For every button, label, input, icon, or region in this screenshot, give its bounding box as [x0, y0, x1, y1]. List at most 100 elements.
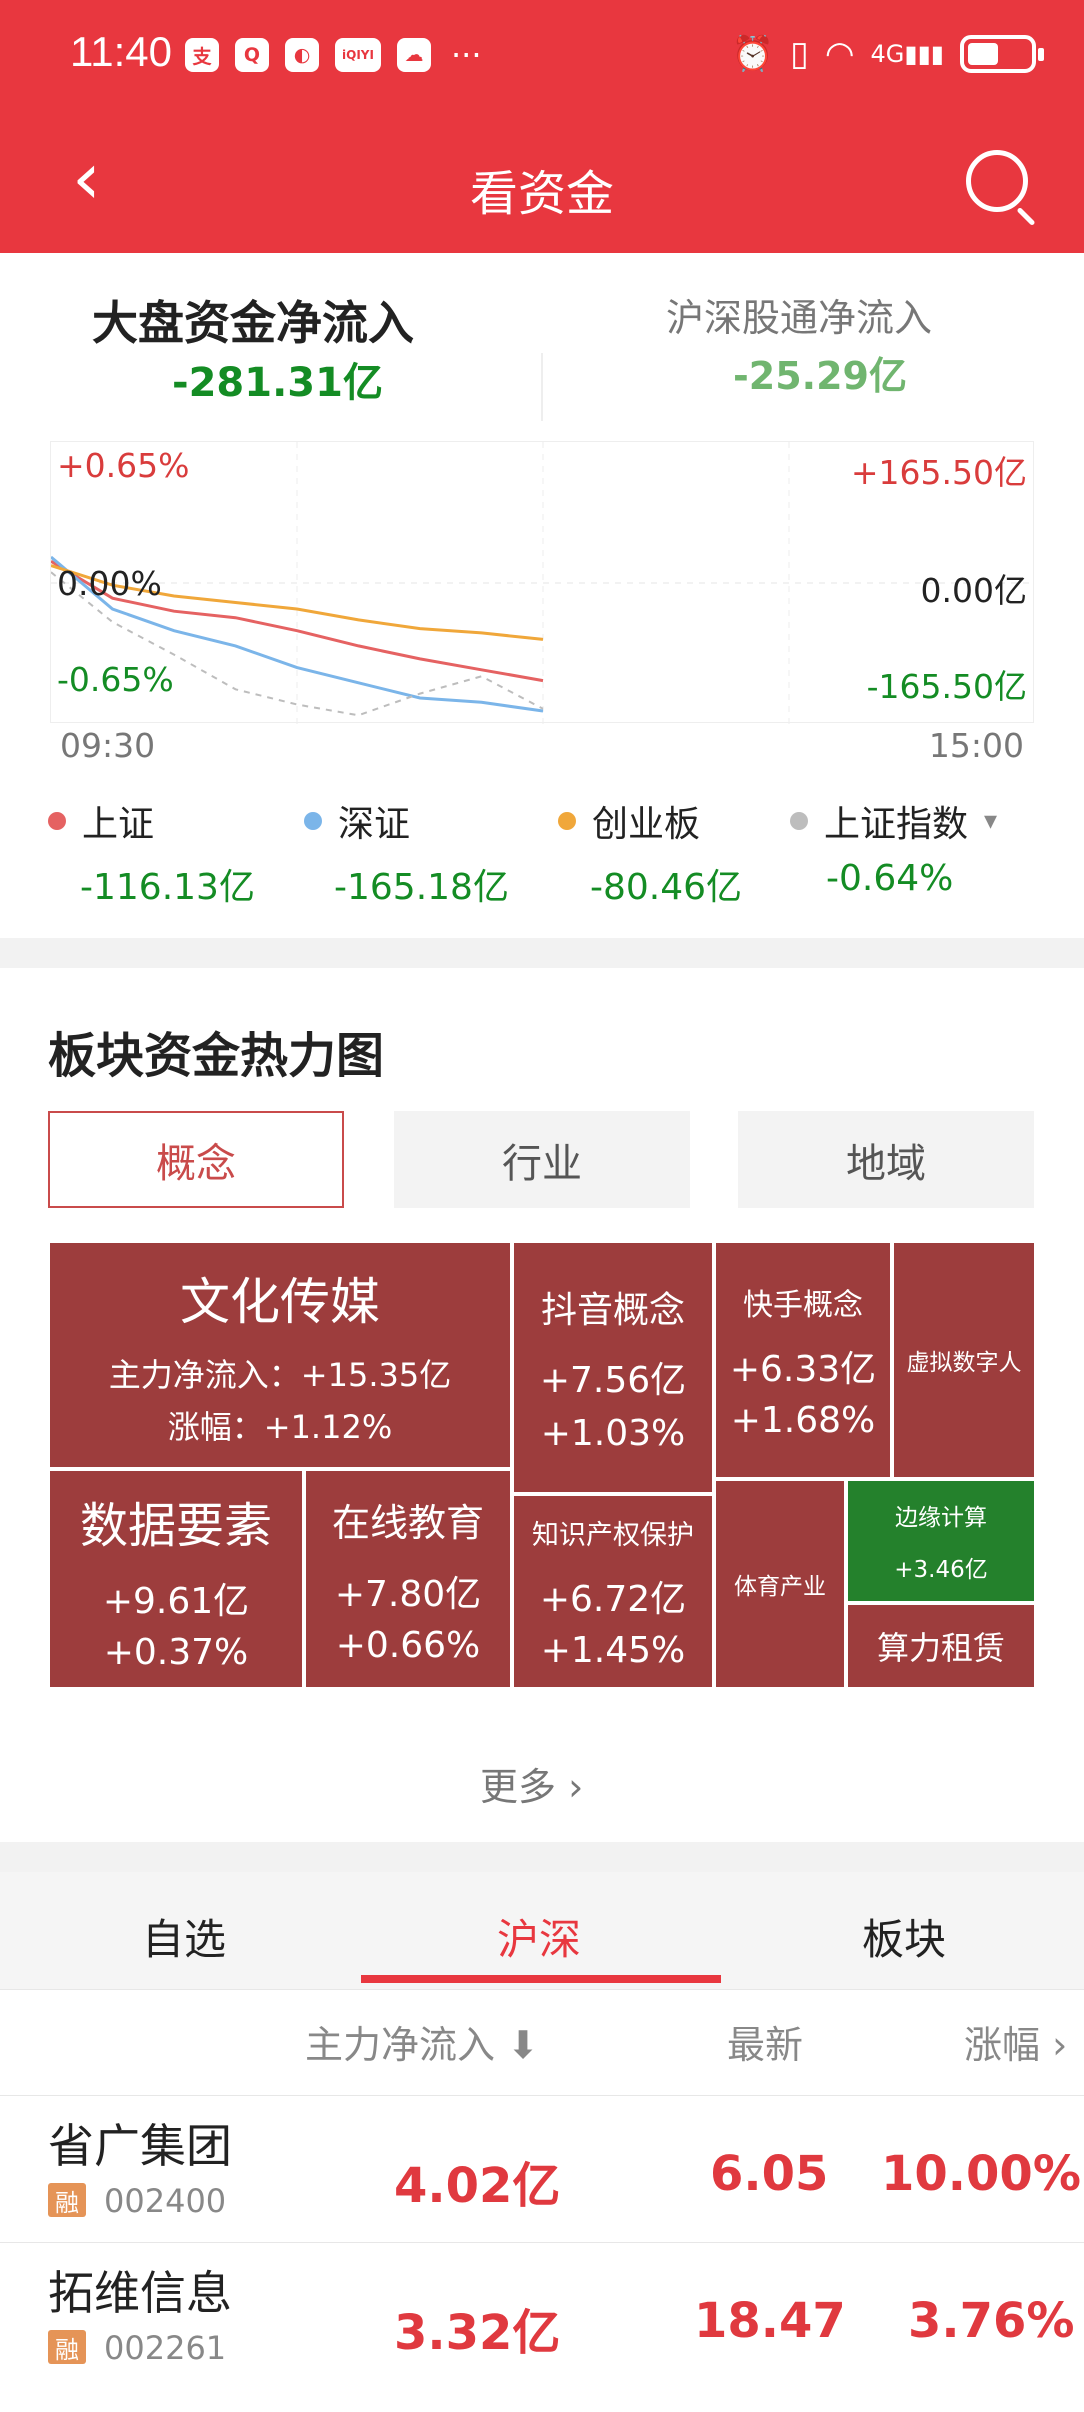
market-flow-card: 大盘资金净流入 -281.31亿 沪深股通净流入 -25.29亿 +0.65% … — [0, 253, 1084, 938]
tile-name: 虚拟数字人 — [906, 1350, 1022, 1376]
shanghai-index-change: -0.64% — [826, 858, 954, 899]
main-net-inflow-column-header[interactable]: 主力净流入 ⬇ — [305, 2014, 539, 2069]
tile-name: 边缘计算 — [895, 1505, 987, 1531]
cellular-signal-icon: 4G▮▮▮ — [870, 40, 945, 68]
stock-row[interactable]: 拓维信息 融 002261 3.32亿 18.47 3.76% — [0, 2242, 1084, 2389]
heatmap-tile-ip-protection[interactable]: 知识产权保护 +6.72亿 +1.45% — [512, 1494, 714, 1689]
x-axis-start-label: 09:30 — [60, 726, 156, 765]
page-title: 看资金 — [469, 166, 614, 222]
tab-industry[interactable]: 行业 — [394, 1111, 690, 1208]
index-legend-dot-icon — [790, 812, 808, 830]
tile-change: +1.68% — [730, 1399, 876, 1441]
left-axis-zero-label: 0.00% — [57, 564, 162, 603]
status-bar: 11:40 支 Q ◐ iQIYI ☁ ··· ⏰ ▯ ◠ 4G▮▮▮ — [0, 0, 1084, 112]
stock-name: 拓维信息 — [48, 2266, 232, 2320]
stock-name: 省广集团 — [48, 2119, 232, 2173]
tile-name: 体育产业 — [734, 1574, 826, 1600]
search-icon[interactable] — [966, 150, 1028, 212]
right-axis-zero-label: 0.00亿 — [920, 571, 1027, 610]
tab-shanghai-shenzhen[interactable]: 沪深 — [497, 1906, 581, 1967]
legend-shenzhen[interactable]: 深证 — [304, 795, 410, 847]
tile-change: +1.03% — [540, 1413, 686, 1454]
northbound-flow-tab-title[interactable]: 沪深股通净流入 — [666, 287, 932, 342]
legend-chinext[interactable]: 创业板 — [558, 795, 700, 847]
stock-row[interactable]: 省广集团 融 002400 4.02亿 6.05 10.00% — [0, 2095, 1084, 2242]
tab-region[interactable]: 地域 — [738, 1111, 1034, 1208]
tile-name: 快手概念 — [743, 1287, 863, 1323]
search-app-icon: Q — [235, 38, 269, 72]
more-sectors-link[interactable]: 更多 › — [480, 1756, 583, 1811]
tile-flow: +9.61亿 — [102, 1580, 250, 1622]
margin-trading-badge: 融 — [48, 2330, 86, 2364]
stock-change-percent: 10.00% — [881, 2146, 1081, 2202]
heatmap-tile-sports[interactable]: 体育产业 — [714, 1479, 846, 1689]
heatmap-tile-virtual-human[interactable]: 虚拟数字人 — [892, 1241, 1036, 1479]
stock-main-inflow: 4.02亿 — [394, 2158, 561, 2214]
vibrate-icon: ▯ — [790, 34, 809, 74]
tab-sectors[interactable]: 板块 — [862, 1906, 946, 1967]
heatmap-tile-online-education[interactable]: 在线教育 +7.80亿 +0.66% — [304, 1469, 512, 1689]
chinext-legend-label: 创业板 — [592, 804, 701, 845]
sector-heatmap-card: 板块资金热力图 概念 行业 地域 文化传媒 主力净流入：+15.35亿 涨幅：+1.… — [0, 968, 1084, 1842]
left-axis-bottom-label: -0.65% — [57, 660, 174, 699]
tile-flow: +6.33亿 — [729, 1348, 877, 1390]
main-flow-tab-title[interactable]: 大盘资金净流入 — [92, 287, 414, 353]
heatmap-tile-douyin[interactable]: 抖音概念 +7.56亿 +1.03% — [512, 1241, 714, 1494]
tile-flow: 主力净流入：+15.35亿 — [108, 1356, 452, 1394]
change-column-header[interactable]: 涨幅 › — [964, 2014, 1067, 2069]
shenzhen-legend-label: 深证 — [338, 804, 411, 845]
active-tab-indicator — [361, 1975, 721, 1983]
top-header: 11:40 支 Q ◐ iQIYI ☁ ··· ⏰ ▯ ◠ 4G▮▮▮ ‹ 看资… — [0, 0, 1084, 253]
stock-main-inflow: 3.32亿 — [394, 2305, 561, 2361]
heatmap-tile-culture-media[interactable]: 文化传媒 主力净流入：+15.35亿 涨幅：+1.12% — [48, 1241, 512, 1469]
chinext-flow-value: -80.46亿 — [590, 867, 743, 908]
margin-trading-badge: 融 — [48, 2183, 86, 2217]
stock-change-percent: 3.76% — [908, 2293, 1075, 2349]
system-status-icons: ⏰ ▯ ◠ 4G▮▮▮ — [731, 30, 1044, 78]
battery-icon — [960, 35, 1044, 73]
tile-name: 文化传媒 — [180, 1273, 380, 1331]
heatmap-tile-kuaishou[interactable]: 快手概念 +6.33亿 +1.68% — [714, 1241, 892, 1479]
wifi-icon: ◠ — [824, 34, 855, 74]
stock-flow-list: 自选 沪深 板块 主力净流入 ⬇ 最新 涨幅 › 省广集团 融 002400 4… — [0, 1872, 1084, 2412]
light-bulb-icon: ◐ — [285, 38, 319, 72]
shenzhen-flow-value: -165.18亿 — [334, 867, 509, 908]
heatmap-tile-edge-computing[interactable]: 边缘计算 +3.46亿 — [846, 1479, 1036, 1603]
market-tabs: 自选 沪深 板块 — [0, 1872, 1084, 1990]
legend-shanghai[interactable]: 上证 — [48, 795, 154, 847]
shanghai-legend-label: 上证 — [82, 804, 155, 845]
heatmap-tile-data-elements[interactable]: 数据要素 +9.61亿 +0.37% — [48, 1469, 304, 1689]
tile-change: +0.66% — [335, 1625, 481, 1666]
navigation-bar: ‹ 看资金 — [0, 112, 1084, 253]
tile-name: 算力租赁 — [876, 1629, 1005, 1667]
iqiyi-icon: iQIYI — [335, 38, 381, 72]
alipay-icon: 支 — [185, 38, 219, 72]
heatmap-title: 板块资金热力图 — [48, 1028, 385, 1084]
index-legend-label: 上证指数 — [824, 804, 969, 845]
tile-change: +1.45% — [540, 1629, 686, 1671]
shanghai-flow-value: -116.13亿 — [80, 867, 255, 908]
northbound-flow-value: -25.29亿 — [733, 354, 907, 398]
legend-shanghai-index[interactable]: 上证指数 ▾ — [790, 795, 997, 847]
stock-code: 002261 — [104, 2329, 227, 2367]
stock-latest-price: 6.05 — [710, 2146, 829, 2202]
heatmap-tile-computing-lease[interactable]: 算力租赁 — [846, 1603, 1036, 1689]
tile-name: 知识产权保护 — [532, 1519, 694, 1551]
right-axis-bottom-label: -165.50亿 — [866, 667, 1027, 706]
tile-flow: +6.72亿 — [539, 1578, 687, 1620]
dropdown-arrow-icon: ▾ — [984, 806, 998, 836]
stock-code: 002400 — [104, 2182, 227, 2220]
tab-concept[interactable]: 概念 — [48, 1111, 344, 1208]
more-notifications-icon: ··· — [451, 36, 482, 74]
flow-switcher: 大盘资金净流入 -281.31亿 沪深股通净流入 -25.29亿 — [0, 287, 1084, 427]
chinext-legend-dot-icon — [558, 812, 576, 830]
latest-price-column-header[interactable]: 最新 — [727, 2014, 803, 2069]
tile-name: 在线教育 — [331, 1501, 484, 1545]
shanghai-legend-dot-icon — [48, 812, 66, 830]
alarm-icon: ⏰ — [731, 34, 775, 74]
main-flow-value: -281.31亿 — [172, 360, 383, 406]
tile-name: 抖音概念 — [540, 1290, 685, 1331]
tab-watchlist[interactable]: 自选 — [142, 1906, 226, 1967]
status-time: 11:40 — [70, 28, 172, 75]
tab-divider — [541, 353, 543, 421]
